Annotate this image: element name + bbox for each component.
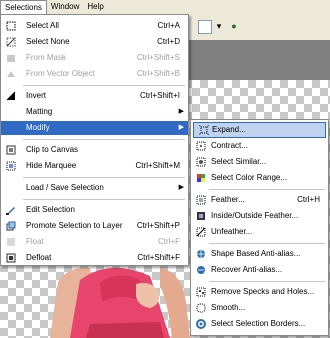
submenu-arrow-icon: ▶	[178, 108, 184, 115]
menu-item-select-none[interactable]: Select None Ctrl+D	[1, 35, 188, 49]
menu-item-promote-selection-to-layer[interactable]: Promote Selection to Layer Ctrl+Shift+P	[1, 219, 188, 233]
submenu-item-inside-outside-feather[interactable]: Inside/Outside Feather...	[191, 209, 328, 223]
submenu-item-select-color-range[interactable]: Select Color Range...	[191, 171, 328, 185]
menu-item-hide-marquee[interactable]: Hide Marquee Ctrl+Shift+M	[1, 159, 188, 173]
menu-window[interactable]: Window	[47, 0, 83, 14]
submenu-item-shape-based-anti-alias[interactable]: Shape Based Anti-alias...	[191, 247, 328, 261]
submenu-item-smooth[interactable]: Smooth...	[191, 301, 328, 315]
feather-icon	[196, 195, 206, 205]
clip-canvas-icon	[6, 145, 16, 155]
photo-person-image	[50, 267, 190, 338]
menu-item-edit-selection[interactable]: Edit Selection	[1, 203, 188, 217]
submenu-arrow-icon: ▶	[178, 124, 184, 131]
submenu-item-feather[interactable]: Feather... Ctrl+H	[191, 193, 328, 207]
unfeather-icon	[196, 227, 206, 237]
menu-item-modify[interactable]: Modify ▶	[1, 121, 188, 135]
menu-separator	[209, 189, 325, 190]
menu-separator	[23, 177, 185, 178]
selection-borders-icon	[196, 319, 206, 329]
smooth-icon	[196, 303, 206, 313]
expand-icon	[199, 125, 209, 135]
menu-separator	[23, 139, 185, 140]
menubar: Selections Window Help	[0, 0, 330, 15]
submenu-item-remove-specks-and-holes[interactable]: Remove Specks and Holes...	[191, 285, 328, 299]
float-icon	[7, 238, 15, 246]
toolbar-tool-icon[interactable]: ●	[228, 20, 240, 32]
edit-selection-icon	[6, 207, 15, 215]
anti-alias-icon	[196, 249, 206, 259]
menu-item-defloat[interactable]: Defloat Ctrl+Shift+F	[1, 251, 188, 265]
submenu-item-unfeather[interactable]: Unfeather...	[191, 225, 328, 239]
mask-icon	[7, 55, 15, 62]
menu-help[interactable]: Help	[83, 0, 107, 14]
submenu-item-recover-anti-alias[interactable]: Recover Anti-alias...	[191, 263, 328, 277]
selections-menu: Select All Ctrl+A Select None Ctrl+D Fro…	[0, 14, 189, 266]
remove-specks-icon	[196, 287, 206, 297]
hide-marquee-icon	[6, 161, 16, 171]
menu-item-from-mask[interactable]: From Mask Ctrl+Shift+S	[1, 51, 188, 65]
recover-anti-alias-icon	[197, 266, 205, 274]
modify-submenu: Expand... Contract... Select Similar... …	[190, 119, 329, 336]
menu-separator	[209, 281, 325, 282]
submenu-item-contract[interactable]: Contract...	[191, 139, 328, 153]
menu-item-select-all[interactable]: Select All Ctrl+A	[1, 19, 188, 33]
submenu-item-expand[interactable]: Expand...	[193, 122, 326, 138]
menu-item-from-vector-object[interactable]: From Vector Object Ctrl+Shift+B	[1, 67, 188, 81]
menu-item-matting[interactable]: Matting ▶	[1, 105, 188, 119]
color-range-icon	[197, 174, 205, 182]
menu-item-clip-to-canvas[interactable]: Clip to Canvas	[1, 143, 188, 157]
vector-object-icon	[7, 71, 15, 77]
select-all-icon	[6, 21, 16, 31]
menu-selections[interactable]: Selections	[0, 0, 47, 14]
select-similar-icon	[196, 157, 206, 167]
menu-separator	[209, 243, 325, 244]
menu-item-load-save-selection[interactable]: Load / Save Selection ▶	[1, 181, 188, 195]
submenu-arrow-icon: ▶	[178, 184, 184, 191]
contract-icon	[196, 141, 206, 151]
menu-separator	[23, 85, 185, 86]
menu-item-float[interactable]: Float Ctrl+F	[1, 235, 188, 249]
menu-item-invert[interactable]: Invert Ctrl+Shift+I	[1, 89, 188, 103]
select-none-icon	[6, 37, 16, 47]
promote-layer-icon	[6, 221, 16, 231]
inside-outside-feather-icon	[197, 212, 205, 220]
menu-separator	[23, 199, 185, 200]
toolbar-field[interactable]	[198, 20, 212, 34]
toolbar-arrow-icon[interactable]: ▾	[213, 20, 225, 32]
submenu-item-select-similar[interactable]: Select Similar...	[191, 155, 328, 169]
invert-icon	[6, 91, 16, 101]
defloat-icon	[6, 253, 16, 263]
submenu-item-select-selection-borders[interactable]: Select Selection Borders...	[191, 317, 328, 331]
